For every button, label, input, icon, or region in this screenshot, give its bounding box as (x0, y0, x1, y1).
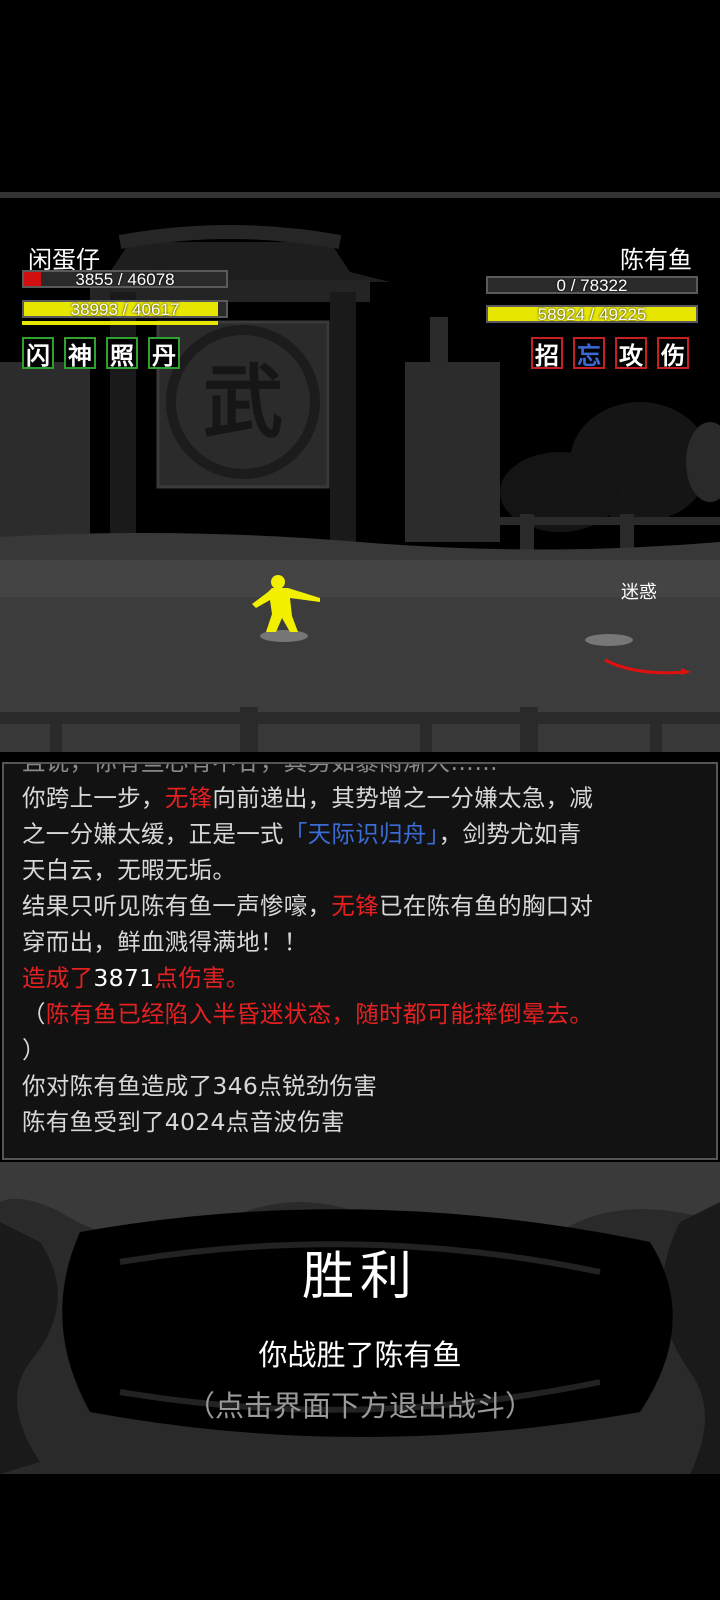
log-line: 结果只听见陈有鱼一声惨嚎，无锋已在陈有鱼的胸口对 (22, 892, 594, 920)
player-skill-illuminate[interactable]: 照 (106, 337, 138, 370)
banner-glyph: 武 (203, 355, 283, 449)
move-name: 「天际识归舟」 (283, 820, 439, 848)
exit-battle-area[interactable] (0, 1476, 720, 1600)
victory-title: 胜利 (301, 1247, 418, 1307)
log-line: 你对陈有鱼造成了346点锐劲伤害 (22, 1072, 378, 1100)
player-hp-text: 3855 / 46078 (75, 270, 175, 289)
enemy-fallen (585, 634, 691, 675)
victory-ink-background (0, 1162, 720, 1474)
log-line: 穿而出，鲜血溅得满地！！ (22, 928, 308, 956)
enemy-hp-bar: 0 / 78322 (486, 276, 698, 295)
enemy-neili-bar: 58924 / 49225 (486, 305, 698, 324)
enemy-skill-move[interactable]: 招 (531, 337, 563, 370)
enemy-hp-text: 0 / 78322 (556, 276, 628, 295)
log-line: 你跨上一步，无锋向前递出，其势增之一分嫌太急，减 (22, 784, 594, 812)
log-line-cut: 且说，你有些心有不甘，其势如暴雨渐大…… (22, 762, 498, 776)
enemy-skill-attack[interactable]: 攻 (615, 337, 647, 370)
enemy-skills: 招 忘 攻 伤 (531, 337, 689, 370)
damage-value: 3871 (93, 964, 155, 992)
enemy-status-confused: 迷惑 (621, 582, 657, 603)
enemy-skill-damage[interactable]: 伤 (657, 337, 689, 370)
enemy-neili-text: 58924 / 49225 (537, 305, 647, 324)
player-skills: 闪 神 照 丹 (22, 337, 180, 370)
player-skill-pill[interactable]: 丹 (148, 337, 180, 370)
log-line: 陈有鱼受到了4024点音波伤害 (22, 1108, 345, 1136)
log-line-status: （陈有鱼已经陷入半昏迷状态，随时都可能摔倒晕去。 (22, 1000, 594, 1028)
victory-subtitle: 你战胜了陈有鱼 (258, 1338, 462, 1372)
player-skill-spirit[interactable]: 神 (64, 337, 96, 370)
player-skill-dodge[interactable]: 闪 (22, 337, 54, 370)
player-fighter (252, 575, 320, 642)
player-neili-text: 38993 / 40617 (70, 300, 180, 319)
enemy-name: 陈有鱼 (620, 246, 692, 274)
log-line: 天白云，无暇无垢。 (22, 856, 237, 884)
player-hp-bar: 3855 / 46078 (22, 270, 228, 289)
weapon-name: 无锋 (164, 784, 213, 812)
weapon-name: 无锋 (331, 892, 380, 920)
player-neili-bar: 38993 / 40617 (22, 300, 228, 319)
log-line-damage: 造成了3871点伤害。 (22, 964, 250, 992)
enemy-skill-forget[interactable]: 忘 (573, 337, 605, 370)
combat-log[interactable]: 且说，你有些心有不甘，其势如暴雨渐大…… 你跨上一步，无锋向前递出，其势增之一分… (2, 762, 718, 1160)
log-line: ） (22, 1036, 46, 1064)
player-energy-line (22, 321, 218, 325)
log-line: 之一分嫌太缓，正是一式「天际识归舟」，剑势尤如青 (22, 820, 582, 848)
exit-battle-hint: （点击界面下方退出战斗） (185, 1389, 534, 1423)
